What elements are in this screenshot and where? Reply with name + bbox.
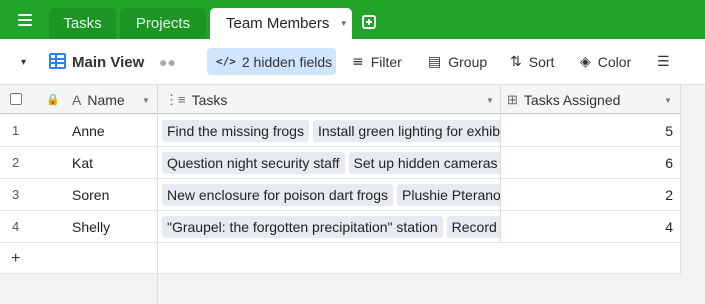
column-tasks-assigned-label: Tasks Assigned — [523, 91, 621, 108]
chevron-down-icon[interactable]: ▼ — [486, 96, 494, 105]
tasks-cell[interactable]: "Graupel: the forgotten precipitation" s… — [159, 211, 500, 243]
task-chip[interactable]: New enclosure for poison dart frogs — [162, 184, 393, 206]
color-button[interactable]: ◈ Color — [580, 39, 631, 85]
filter-button[interactable]: ≡ Filter — [352, 39, 402, 85]
grid-header: 🔒 A Name ▼ ⋮≡ Tasks ▼ ⊞ Tasks Assigned ▼ — [0, 85, 681, 114]
row-number: 1 — [12, 123, 20, 138]
chevron-down-icon[interactable]: ▾ — [341, 8, 346, 39]
paint-bucket-icon: ◈ — [580, 54, 591, 70]
column-divider — [157, 85, 158, 274]
column-divider — [157, 274, 158, 304]
tasks-cell[interactable]: New enclosure for poison dart frogs Plush… — [159, 179, 500, 211]
task-chip[interactable]: Plushie Pteranodon — [397, 184, 500, 206]
row-number: 3 — [12, 187, 20, 202]
view-toolbar: ▾ Main View ●● </> 2 hidden fields ≡ Fil… — [0, 39, 705, 85]
table-row[interactable]: 4 Shelly "Graupel: the forgotten precipi… — [0, 211, 681, 243]
row-number: 4 — [12, 219, 20, 234]
table-row[interactable]: 1 Anne Find the missing frogs Install gre… — [0, 115, 681, 147]
view-switcher-toggle[interactable]: ▾ — [21, 39, 26, 85]
tab-tasks[interactable]: Tasks — [49, 8, 116, 39]
row-number: 2 — [12, 155, 20, 170]
empty-area — [158, 274, 681, 304]
count-field-icon: ⊞ — [507, 91, 518, 107]
column-header-name[interactable]: A Name — [72, 85, 125, 114]
tasks-assigned-cell[interactable]: 5 — [501, 115, 673, 147]
tasks-assigned-cell[interactable]: 2 — [501, 179, 673, 211]
sort-label: Sort — [528, 54, 555, 70]
add-row[interactable]: + — [0, 243, 681, 274]
add-record-button[interactable]: + — [11, 243, 20, 274]
name-cell[interactable]: Shelly — [72, 211, 110, 243]
column-header-tasks-assigned[interactable]: ⊞ Tasks Assigned — [507, 85, 620, 114]
task-chip[interactable]: "Graupel: the forgotten precipitation" s… — [162, 216, 443, 238]
task-chip[interactable]: Find the missing frogs — [162, 120, 309, 142]
task-chip[interactable]: Record v — [446, 216, 500, 238]
name-cell[interactable]: Anne — [72, 115, 105, 147]
hidden-fields-label: 2 hidden fields — [241, 53, 333, 70]
group-icon: ▤ — [428, 54, 442, 70]
tasks-assigned-cell[interactable]: 6 — [501, 147, 673, 179]
column-header-tasks[interactable]: ⋮≡ Tasks — [165, 85, 227, 114]
table-row[interactable]: 3 Soren New enclosure for poison dart fr… — [0, 179, 681, 211]
menu-icon[interactable] — [18, 14, 32, 26]
sort-button[interactable]: ⇅ Sort — [510, 39, 554, 85]
add-table-icon[interactable] — [362, 15, 376, 29]
tasks-cell[interactable]: Question night security staff Set up hidd… — [159, 147, 500, 179]
chevron-down-icon[interactable]: ▼ — [664, 96, 672, 105]
column-divider — [500, 85, 501, 243]
row-height-button[interactable]: ☰ — [657, 39, 677, 85]
sort-icon: ⇅ — [510, 54, 522, 70]
task-chip[interactable]: Question night security staff — [162, 152, 345, 174]
group-button[interactable]: ▤ Group — [428, 39, 487, 85]
grid-view-icon — [49, 53, 66, 69]
color-label: Color — [597, 54, 632, 70]
text-field-icon: A — [72, 91, 82, 108]
column-divider — [680, 85, 681, 274]
row-height-icon: ☰ — [657, 54, 670, 70]
task-chip[interactable]: Set up hidden cameras — [348, 152, 500, 174]
task-chip[interactable]: Install green lighting for exhibit — [312, 120, 500, 142]
link-field-icon: ⋮≡ — [165, 91, 186, 107]
table-row[interactable]: 2 Kat Question night security staff Set u… — [0, 147, 681, 179]
group-label: Group — [448, 54, 488, 70]
name-cell[interactable]: Soren — [72, 179, 109, 211]
eye-slash-icon: </> — [216, 55, 236, 68]
data-grid: 🔒 A Name ▼ ⋮≡ Tasks ▼ ⊞ Tasks Assigned ▼… — [0, 85, 681, 304]
tab-team-members-label: Team Members — [226, 15, 330, 32]
lock-icon: 🔒 — [46, 94, 60, 106]
people-icon[interactable]: ●● — [159, 39, 176, 85]
filter-icon: ≡ — [352, 54, 364, 70]
chevron-down-icon[interactable]: ▼ — [142, 96, 150, 105]
tab-bar: Tasks Projects Team Members ▾ — [0, 0, 705, 39]
select-all-checkbox[interactable] — [10, 93, 22, 105]
column-tasks-label: Tasks — [191, 91, 228, 108]
tasks-assigned-cell[interactable]: 4 — [501, 211, 673, 243]
name-cell[interactable]: Kat — [72, 147, 93, 179]
tab-team-members[interactable]: Team Members ▾ — [210, 8, 352, 39]
tasks-cell[interactable]: Find the missing frogs Install green ligh… — [159, 115, 500, 147]
filter-label: Filter — [370, 54, 402, 70]
empty-area — [0, 274, 158, 304]
hidden-fields-button[interactable]: </> 2 hidden fields — [207, 48, 336, 75]
view-name[interactable]: Main View — [72, 39, 144, 85]
tab-projects[interactable]: Projects — [120, 8, 206, 39]
column-name-label: Name — [87, 91, 125, 108]
